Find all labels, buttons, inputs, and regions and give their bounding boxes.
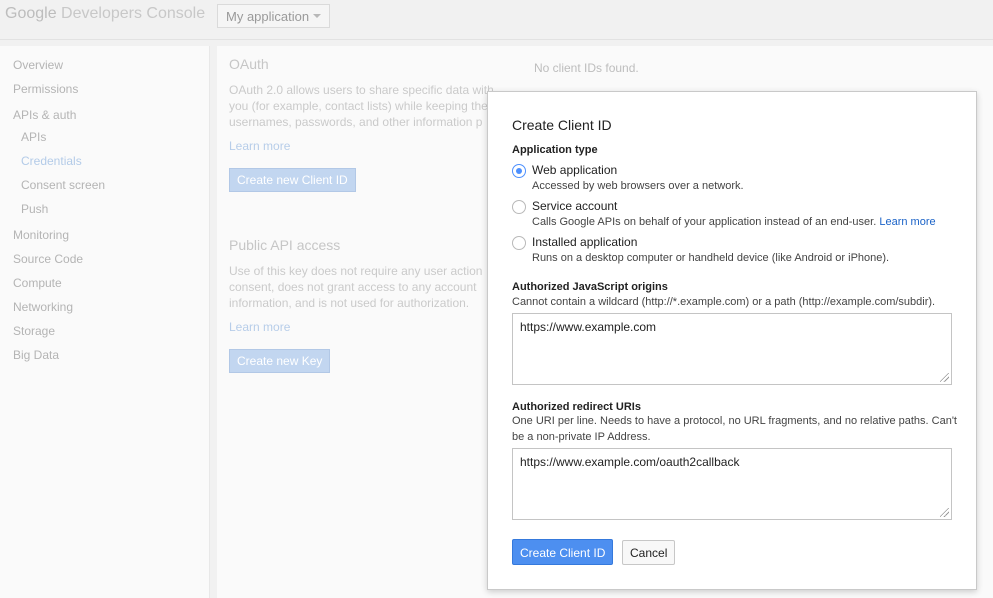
- sidebar-item-permissions[interactable]: Permissions: [13, 82, 78, 96]
- option-installed-application-description: Runs on a desktop computer or handheld d…: [532, 252, 890, 264]
- sidebar-item-compute[interactable]: Compute: [13, 276, 62, 290]
- create-new-key-button[interactable]: Create new Key: [229, 349, 331, 373]
- sidebar-item-overview[interactable]: Overview: [13, 58, 63, 72]
- console-logo[interactable]: Google Developers Console: [5, 5, 205, 23]
- js-origins-help: Cannot contain a wildcard (http://*.exam…: [512, 296, 936, 308]
- chevron-down-icon: [313, 14, 321, 18]
- resize-grip-icon[interactable]: [940, 508, 949, 517]
- oauth-description: OAuth 2.0 allows users to share specific…: [229, 83, 495, 129]
- create-new-client-id-button[interactable]: Create new Client ID: [229, 168, 356, 192]
- radio-installed-application[interactable]: [512, 236, 526, 250]
- radio-web-application[interactable]: [512, 164, 526, 178]
- public-api-description: Use of this key does not require any use…: [229, 264, 483, 310]
- redirect-uris-help: One URI per line. Needs to have a protoc…: [512, 415, 957, 443]
- application-type-label: Application type: [512, 144, 598, 156]
- logo-product-text: Developers Console: [61, 5, 206, 22]
- sidebar-item-push[interactable]: Push: [21, 202, 48, 216]
- radio-service-account[interactable]: [512, 200, 526, 214]
- option-web-application-label: Web application: [532, 163, 618, 177]
- js-origins-value: https://www.example.com: [520, 320, 657, 334]
- project-selector-label: My application: [226, 9, 310, 24]
- dialog-title: Create Client ID: [512, 117, 612, 133]
- create-client-id-button[interactable]: Create Client ID: [512, 539, 614, 565]
- redirect-uris-textarea[interactable]: https://www.example.com/oauth2callback: [512, 448, 952, 520]
- sidebar-item-credentials[interactable]: Credentials: [21, 154, 82, 168]
- logo-google-text: Google: [5, 5, 57, 22]
- sidebar-item-apis-auth[interactable]: APIs & auth: [13, 108, 76, 122]
- option-service-account-label: Service account: [532, 199, 618, 213]
- sidebar-nav: Overview Permissions APIs & auth APIs Cr…: [0, 46, 210, 598]
- cancel-button[interactable]: Cancel: [622, 540, 676, 565]
- sidebar-item-apis[interactable]: APIs: [21, 130, 46, 144]
- service-account-learn-more-link[interactable]: Learn more: [879, 216, 935, 228]
- sidebar-item-source-code[interactable]: Source Code: [13, 252, 83, 266]
- sidebar-item-big-data[interactable]: Big Data: [13, 348, 59, 362]
- sidebar-item-monitoring[interactable]: Monitoring: [13, 228, 69, 242]
- redirect-uris-value: https://www.example.com/oauth2callback: [520, 455, 740, 469]
- public-api-title: Public API access: [229, 237, 341, 253]
- public-api-learn-more-link[interactable]: Learn more: [229, 320, 290, 334]
- redirect-uris-label: Authorized redirect URIs: [512, 401, 641, 413]
- console-header: Google Developers Console My application: [0, 0, 993, 40]
- project-selector[interactable]: My application: [217, 4, 330, 28]
- js-origins-textarea[interactable]: https://www.example.com: [512, 313, 952, 385]
- no-client-ids-message: No client IDs found.: [534, 61, 639, 75]
- option-service-account-description: Calls Google APIs on behalf of your appl…: [532, 216, 877, 228]
- create-client-id-dialog: Create Client ID Application type Web ap…: [487, 91, 977, 590]
- option-service-account-description-wrap: Calls Google APIs on behalf of your appl…: [532, 216, 936, 228]
- js-origins-label: Authorized JavaScript origins: [512, 281, 668, 293]
- option-web-application-description: Accessed by web browsers over a network.: [532, 180, 744, 192]
- sidebar-item-consent-screen[interactable]: Consent screen: [21, 178, 105, 192]
- oauth-title: OAuth: [229, 56, 269, 72]
- resize-grip-icon[interactable]: [940, 373, 949, 382]
- sidebar-item-storage[interactable]: Storage: [13, 324, 55, 338]
- option-installed-application-label: Installed application: [532, 235, 638, 249]
- sidebar-item-networking[interactable]: Networking: [13, 300, 73, 314]
- oauth-learn-more-link[interactable]: Learn more: [229, 139, 290, 153]
